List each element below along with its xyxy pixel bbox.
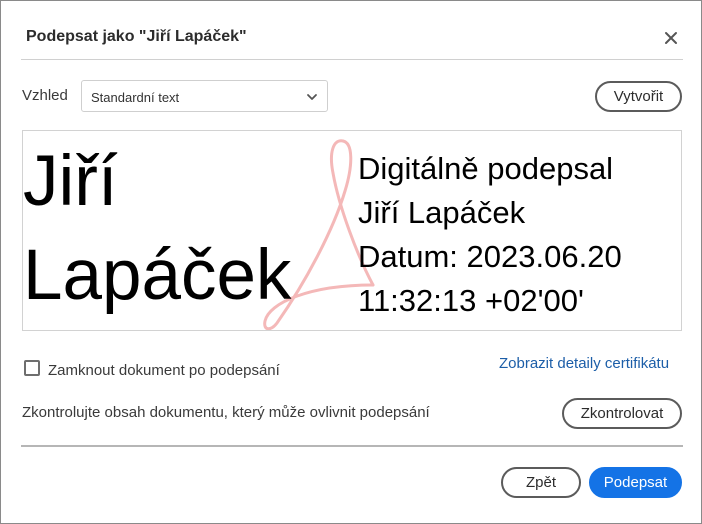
signature-detail-line: Digitálně podepsal xyxy=(358,151,614,186)
appearance-select-value: Standardní text xyxy=(91,90,180,105)
signature-name: Jiří Lapáček xyxy=(23,142,292,315)
create-button[interactable]: Vytvořit xyxy=(595,81,682,112)
appearance-select[interactable]: Standardní text xyxy=(81,80,328,112)
lock-document-label: Zamknout dokument po podepsání xyxy=(48,362,280,379)
close-icon xyxy=(665,32,677,44)
review-document-text: Zkontrolujte obsah dokumentu, který může… xyxy=(22,404,430,421)
review-button[interactable]: Zkontrolovat xyxy=(562,398,682,429)
chevron-down-icon xyxy=(307,94,317,100)
signature-detail-line: Datum: 2023.06.20 xyxy=(358,239,622,274)
signature-detail-line: Jiří Lapáček xyxy=(358,195,526,230)
footer-divider xyxy=(21,445,683,447)
header-divider xyxy=(21,59,683,60)
dialog-title: Podepsat jako "Jiří Lapáček" xyxy=(26,28,247,45)
appearance-label: Vzhled xyxy=(22,87,68,104)
sign-dialog: Podepsat jako "Jiří Lapáček" Vzhled Stan… xyxy=(0,0,702,524)
close-button[interactable] xyxy=(659,26,683,50)
certificate-details-link[interactable]: Zobrazit detaily certifikátu xyxy=(499,355,669,372)
back-button[interactable]: Zpět xyxy=(501,467,581,498)
sign-button[interactable]: Podepsat xyxy=(589,467,682,498)
lock-document-option[interactable]: Zamknout dokument po podepsání xyxy=(24,356,280,379)
signature-details: Digitálně podepsal Jiří Lapáček Datum: 2… xyxy=(358,147,681,323)
lock-document-checkbox[interactable] xyxy=(24,359,40,376)
signature-detail-line: 11:32:13 +02'00' xyxy=(358,283,584,318)
signature-preview: Jiří Lapáček Digitálně podepsal Jiří Lap… xyxy=(22,130,682,331)
